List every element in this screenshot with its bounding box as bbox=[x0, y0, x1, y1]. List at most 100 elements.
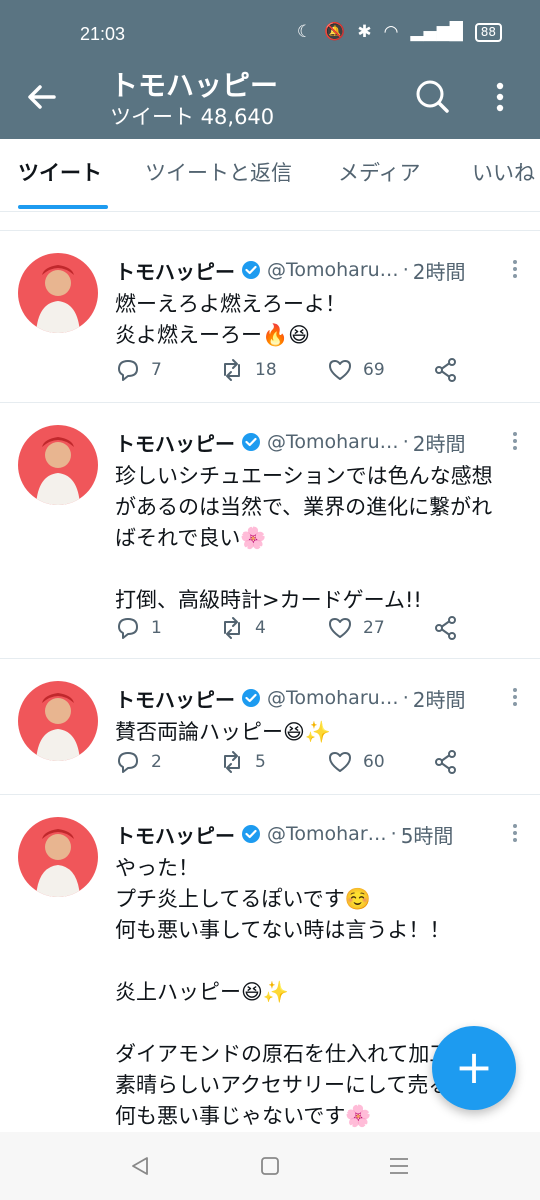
share-button[interactable] bbox=[433, 357, 459, 383]
tweet-menu-icon[interactable] bbox=[512, 823, 518, 843]
tweet-line: 炎上ハッピー😆✨ bbox=[115, 980, 290, 1004]
author-name[interactable]: トモハッピー bbox=[115, 256, 235, 285]
separator-dot: · bbox=[402, 431, 409, 453]
reply-count: 1 bbox=[151, 618, 162, 638]
tweet-line: やった！ bbox=[115, 856, 199, 880]
search-icon[interactable] bbox=[414, 78, 450, 114]
author-name[interactable]: トモハッピー bbox=[115, 820, 235, 849]
retweet-button[interactable]: 4 bbox=[219, 615, 266, 641]
tweet-header: トモハッピー @Tomoharu… · 2時間 bbox=[115, 255, 520, 285]
verified-badge-icon bbox=[242, 433, 260, 451]
bluetooth-icon: ✱ bbox=[357, 22, 372, 42]
reply-icon bbox=[118, 752, 138, 773]
status-icons: ☾ 🔕 ✱ ◠ ▂▄▆█ 88 bbox=[297, 22, 502, 42]
retweet-count: 5 bbox=[255, 752, 266, 772]
tweet-menu-icon[interactable] bbox=[512, 431, 518, 451]
reply-icon bbox=[118, 618, 138, 639]
verified-badge-icon bbox=[242, 261, 260, 279]
status-bar: 21:03 ☾ 🔕 ✱ ◠ ▂▄▆█ 88 bbox=[0, 0, 540, 70]
like-count: 27 bbox=[363, 618, 385, 638]
retweet-icon bbox=[224, 359, 240, 381]
separator-dot: · bbox=[402, 687, 409, 709]
like-button[interactable]: 69 bbox=[327, 357, 385, 383]
tweet-time: 2時間 bbox=[412, 687, 466, 712]
heart-icon bbox=[329, 752, 351, 772]
system-navigation-bar bbox=[0, 1132, 540, 1200]
nav-menu-icon[interactable] bbox=[387, 1154, 411, 1178]
nav-back-icon[interactable] bbox=[128, 1154, 152, 1178]
tweet-line: ばそれで良い🌸 bbox=[115, 526, 267, 550]
reply-button[interactable]: 2 bbox=[115, 749, 162, 775]
share-icon bbox=[435, 358, 456, 382]
profile-tabs: ツイート ツイートと返信 メディア いいね bbox=[0, 139, 540, 212]
tab-likes[interactable]: いいね bbox=[472, 157, 535, 187]
reply-button[interactable]: 7 bbox=[115, 357, 162, 383]
tweet-text: 賛否両論ハッピー😆✨ bbox=[115, 717, 526, 748]
app-header: 21:03 ☾ 🔕 ✱ ◠ ▂▄▆█ 88 トモハッピー ツイート 48,640 bbox=[0, 0, 540, 139]
author-handle: @Tomoharu… bbox=[267, 431, 399, 453]
heart-icon bbox=[329, 618, 351, 638]
reply-count: 7 bbox=[151, 360, 162, 380]
tweet[interactable]: トモハッピー @Tomoharu… · 2時間 燃ーえろよ燃えろーよ！ 炎よ燃え… bbox=[0, 231, 540, 403]
share-icon bbox=[435, 616, 456, 640]
like-count: 60 bbox=[363, 752, 385, 772]
status-time: 21:03 bbox=[80, 24, 126, 44]
reply-button[interactable]: 1 bbox=[115, 615, 162, 641]
tweet-feed: トモハッピー @Tomoharu… · 2時間 燃ーえろよ燃えろーよ！ 炎よ燃え… bbox=[0, 230, 540, 1135]
tab-tweets-and-replies[interactable]: ツイートと返信 bbox=[145, 157, 292, 187]
tweet-header: トモハッピー @Tomohar… · 5時間 bbox=[115, 819, 520, 849]
verified-badge-icon bbox=[242, 825, 260, 843]
like-button[interactable]: 27 bbox=[327, 615, 385, 641]
heart-icon bbox=[329, 360, 351, 380]
tweet-text: 燃ーえろよ燃えろーよ！ 炎よ燃えーろー🔥😆 bbox=[115, 289, 526, 351]
wifi-icon: ◠ bbox=[383, 22, 399, 42]
tweet-line: 何も悪い事してない時は言うよ！！ bbox=[115, 918, 451, 942]
tweet-menu-icon[interactable] bbox=[512, 259, 518, 279]
tweet-line: 燃ーえろよ燃えろーよ！ bbox=[115, 292, 346, 316]
tab-tweets[interactable]: ツイート bbox=[18, 157, 102, 187]
tweet-text: 珍しいシチュエーションでは色んな感想 があるのは当然で、業界の進化に繋がれ ばそ… bbox=[115, 461, 526, 616]
author-name[interactable]: トモハッピー bbox=[115, 428, 235, 457]
tweet-line: 炎よ燃えーろー🔥😆 bbox=[115, 323, 311, 347]
moon-icon: ☾ bbox=[296, 22, 313, 42]
retweet-icon bbox=[224, 751, 240, 773]
separator-dot: · bbox=[390, 823, 397, 845]
tweet-actions: 7 18 69 bbox=[115, 357, 475, 387]
tweet-line: 賛否両論ハッピー😆✨ bbox=[115, 720, 332, 744]
more-vertical-icon[interactable] bbox=[488, 80, 512, 114]
tweet-time: 2時間 bbox=[412, 259, 466, 284]
tweet[interactable]: トモハッピー @Tomoharu… · 2時間 珍しいシチュエーションでは色んな… bbox=[0, 403, 540, 659]
author-handle: @Tomoharu… bbox=[267, 259, 399, 281]
retweet-count: 18 bbox=[255, 360, 277, 380]
author-handle: @Tomoharu… bbox=[267, 687, 399, 709]
avatar[interactable] bbox=[18, 817, 98, 897]
tweet[interactable]: トモハッピー @Tomoharu… · 2時間 賛否両論ハッピー😆✨ 2 5 6… bbox=[0, 659, 540, 795]
like-button[interactable]: 60 bbox=[327, 749, 385, 775]
avatar[interactable] bbox=[18, 253, 98, 333]
tweet-line: 珍しいシチュエーションでは色んな感想 bbox=[115, 464, 493, 488]
nav-home-icon[interactable] bbox=[258, 1154, 282, 1178]
share-button[interactable] bbox=[433, 749, 459, 775]
tweet-line: 打倒、高級時計>カードゲーム!! bbox=[115, 588, 422, 612]
avatar[interactable] bbox=[18, 425, 98, 505]
tweet-actions: 2 5 60 bbox=[115, 749, 475, 779]
compose-tweet-button[interactable]: + bbox=[432, 1026, 516, 1110]
tweet-line bbox=[115, 946, 526, 977]
retweet-button[interactable]: 5 bbox=[219, 749, 266, 775]
tweet-line: プチ炎上してるぽいです☺️ bbox=[115, 887, 371, 911]
author-name[interactable]: トモハッピー bbox=[115, 684, 235, 713]
avatar[interactable] bbox=[18, 681, 98, 761]
retweet-button[interactable]: 18 bbox=[219, 357, 277, 383]
tweet-actions: 1 4 27 bbox=[115, 615, 475, 645]
like-count: 69 bbox=[363, 360, 385, 380]
tweet-time: 2時間 bbox=[412, 431, 466, 456]
mute-icon: 🔕 bbox=[324, 22, 346, 42]
share-button[interactable] bbox=[433, 615, 459, 641]
back-arrow-icon[interactable] bbox=[22, 80, 62, 114]
tweet-line: があるのは当然で、業界の進化に繋がれ bbox=[115, 495, 493, 519]
verified-badge-icon bbox=[242, 689, 260, 707]
tab-media[interactable]: メディア bbox=[338, 157, 421, 187]
tweet-line bbox=[115, 554, 526, 585]
tweet-menu-icon[interactable] bbox=[512, 687, 518, 707]
battery-icon: 88 bbox=[474, 22, 502, 42]
